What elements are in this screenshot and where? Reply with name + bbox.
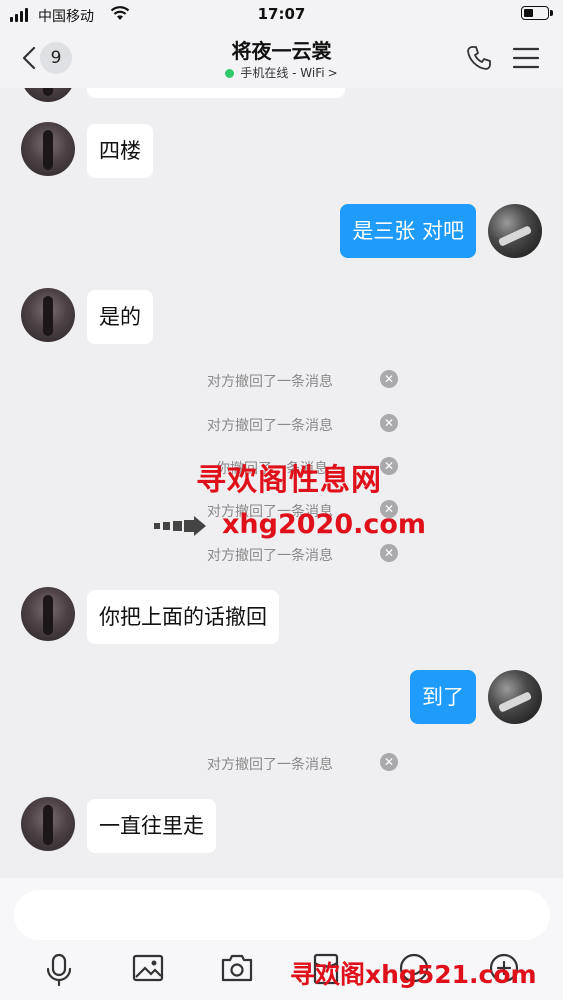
camera-icon[interactable] [220, 952, 254, 984]
close-icon[interactable]: ✕ [380, 414, 398, 432]
recall-text: 对方撤回了一条消息 [207, 548, 333, 564]
contact-avatar[interactable] [21, 88, 75, 102]
message-bubble[interactable]: 一直往里走 [87, 799, 216, 853]
close-icon[interactable]: ✕ [380, 457, 398, 475]
menu-icon[interactable] [512, 46, 540, 70]
status-bar: 中国移动 17:07 [0, 0, 563, 30]
recall-text: 对方撤回了一条消息 [207, 757, 333, 773]
message-bubble[interactable]: 是三张 对吧 [340, 204, 476, 258]
battery-icon [521, 6, 553, 20]
online-dot-icon [225, 69, 235, 78]
online-status-text: 手机在线 - WiFi [240, 66, 325, 80]
microphone-icon[interactable] [45, 952, 73, 988]
recall-text: 对方撤回了一条消息 [207, 418, 333, 434]
message-bubble[interactable]: 到了 [410, 670, 476, 724]
close-icon[interactable]: ✕ [380, 544, 398, 562]
my-avatar[interactable] [488, 670, 542, 724]
message-bubble-partial[interactable] [87, 88, 345, 98]
close-icon[interactable]: ✕ [380, 370, 398, 388]
message-bubble[interactable]: 四楼 [87, 124, 153, 178]
image-icon[interactable] [132, 952, 164, 984]
watermark-arrow-icon [154, 516, 206, 536]
contact-avatar[interactable] [21, 587, 75, 641]
phone-call-icon[interactable] [465, 44, 493, 72]
message-input[interactable] [14, 890, 550, 940]
watermark-url: xhg2020.com [222, 509, 427, 540]
message-bubble[interactable]: 你把上面的话撤回 [87, 590, 279, 644]
message-bubble[interactable]: 是的 [87, 290, 153, 344]
contact-avatar[interactable] [21, 122, 75, 176]
close-icon[interactable]: ✕ [380, 753, 398, 771]
watermark-title: 寻欢阁性息网 [196, 463, 382, 498]
my-avatar[interactable] [488, 204, 542, 258]
watermark-bottom: 寻欢阁xhg521.com [290, 960, 537, 989]
clock: 17:07 [257, 5, 306, 23]
contact-avatar[interactable] [21, 288, 75, 342]
recall-text: 对方撤回了一条消息 [207, 374, 333, 390]
chat-header: 9 将夜一云裳 手机在线 - WiFi > [0, 30, 563, 88]
chevron-right-icon: > [327, 66, 338, 80]
contact-avatar[interactable] [21, 797, 75, 851]
